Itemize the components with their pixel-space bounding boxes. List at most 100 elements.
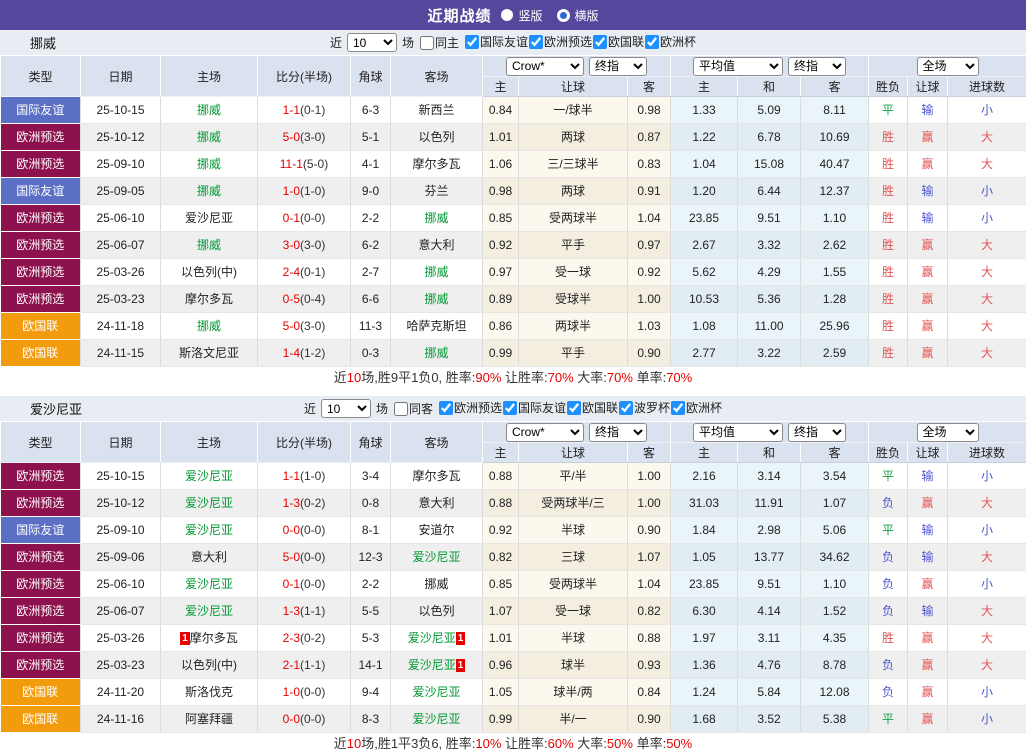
score: 0-5(0-4) [258,286,351,313]
final-odds-select-1[interactable]: 终指 [589,423,647,442]
col-date: 日期 [81,56,161,97]
radio-vertical-layout[interactable]: 竖版 [501,7,542,24]
home-team: 爱沙尼亚 [161,490,258,517]
average-select[interactable]: 平均值 [693,423,783,442]
score: 2-4(0-1) [258,259,351,286]
match-row: 欧洲预选25-09-10挪威11-1(5-0)4-1摩尔多瓦1.06三/三球半0… [1,151,1026,178]
avg-home: 1.33 [671,97,738,124]
league-checkbox-input[interactable] [529,35,543,49]
home-team: 阿塞拜疆 [161,706,258,733]
league-checkbox[interactable]: 波罗杯 [619,399,670,416]
radio-filled-icon [501,9,513,21]
section-header: 挪威 近 10 场 同主 国际友谊欧洲预选欧国联欧洲杯 [0,30,1026,55]
home-team: 以色列(中) [161,652,258,679]
fulltime-select[interactable]: 全场 [917,423,979,442]
league-checkbox-label: 欧国联 [608,33,644,50]
league-checkbox-input[interactable] [619,401,633,415]
match-date: 25-09-10 [81,517,161,544]
match-date: 25-10-15 [81,463,161,490]
league-checkbox-input[interactable] [567,401,581,415]
result-goals: 小 [948,571,1026,598]
odds-away: 1.03 [628,313,671,340]
radio-vertical-label: 竖版 [518,7,542,24]
avg-away: 5.06 [801,517,869,544]
match-count-select[interactable]: 10 [347,33,397,52]
title-bar: 近期战绩 竖版 横版 [0,0,1026,30]
avg-home: 2.16 [671,463,738,490]
result-goals: 小 [948,679,1026,706]
match-row: 欧洲预选25-03-23摩尔多瓦0-5(0-4)6-6挪威0.89受球半1.00… [1,286,1026,313]
odds-home: 0.88 [483,490,519,517]
match-date: 25-03-26 [81,625,161,652]
home-team: 爱沙尼亚 [161,205,258,232]
score: 1-0(0-0) [258,679,351,706]
match-row: 欧国联24-11-15斯洛文尼亚1-4(1-2)0-3挪威0.99平手0.902… [1,340,1026,367]
league-checkbox[interactable]: 欧洲杯 [645,33,696,50]
section-divider [0,388,1026,396]
odds-home: 0.86 [483,313,519,340]
home-team: 意大利 [161,544,258,571]
average-group-header: 平均值 终指 [671,422,869,443]
result-handicap: 输 [908,205,948,232]
league-checkbox[interactable]: 欧国联 [567,399,618,416]
odds-provider-select[interactable]: Crow* [506,423,584,442]
league-checkbox-input[interactable] [439,401,453,415]
odds-home: 0.85 [483,571,519,598]
sub-goals: 进球数 [948,77,1026,97]
match-date: 25-06-10 [81,205,161,232]
handicap-line: 球半 [519,652,628,679]
avg-away: 1.07 [801,490,869,517]
same-side-checkbox-input[interactable] [394,402,408,416]
league-checkbox[interactable]: 欧洲杯 [671,399,722,416]
match-date: 25-03-23 [81,652,161,679]
league-checkbox-input[interactable] [671,401,685,415]
away-team: 以色列 [391,124,483,151]
sub-odds-away: 客 [628,77,671,97]
league-checkbox-input[interactable] [645,35,659,49]
fulltime-select[interactable]: 全场 [917,57,979,76]
league-checkbox-input[interactable] [465,35,479,49]
layout-radio-group: 竖版 横版 [501,7,598,24]
league-checkbox[interactable]: 欧洲预选 [529,33,592,50]
sub-avg-draw: 和 [738,77,801,97]
avg-draw: 4.76 [738,652,801,679]
handicap-line: 两球 [519,178,628,205]
odds-home: 0.84 [483,97,519,124]
odds-provider-select[interactable]: Crow* [506,57,584,76]
summary-part: 让胜率: [501,370,547,385]
league-checkbox[interactable]: 国际友谊 [503,399,566,416]
odds-home: 0.99 [483,706,519,733]
same-side-checkbox-input[interactable] [420,36,434,50]
avg-home: 1.08 [671,313,738,340]
sub-handicap: 让球 [519,443,628,463]
final-odds-select-1[interactable]: 终指 [589,57,647,76]
result-goals: 大 [948,598,1026,625]
result-wdl: 负 [869,598,908,625]
radio-horizontal-layout[interactable]: 横版 [557,7,599,24]
away-team: 挪威 [391,205,483,232]
final-odds-select-2[interactable]: 终指 [788,423,846,442]
away-team: 安道尔 [391,517,483,544]
odds-away: 0.92 [628,259,671,286]
result-handicap: 赢 [908,151,948,178]
average-select[interactable]: 平均值 [693,57,783,76]
avg-away: 1.55 [801,259,869,286]
same-side-checkbox[interactable]: 同主 [420,34,459,51]
odds-group-header: Crow* 终指 [483,56,671,77]
same-side-checkbox[interactable]: 同客 [394,400,433,417]
avg-home: 1.36 [671,652,738,679]
score: 1-3(1-1) [258,598,351,625]
match-count-select[interactable]: 10 [321,399,371,418]
final-odds-select-2[interactable]: 终指 [788,57,846,76]
league-checkbox[interactable]: 欧洲预选 [439,399,502,416]
league-checkbox-input[interactable] [503,401,517,415]
col-home: 主场 [161,56,258,97]
sub-odds-home: 主 [483,443,519,463]
league-checkbox-input[interactable] [593,35,607,49]
league-checkbox[interactable]: 欧国联 [593,33,644,50]
avg-draw: 9.51 [738,571,801,598]
league-checkbox[interactable]: 国际友谊 [465,33,528,50]
summary-part: 10 [347,370,361,385]
page-title: 近期战绩 [427,5,491,26]
odds-home: 1.07 [483,598,519,625]
